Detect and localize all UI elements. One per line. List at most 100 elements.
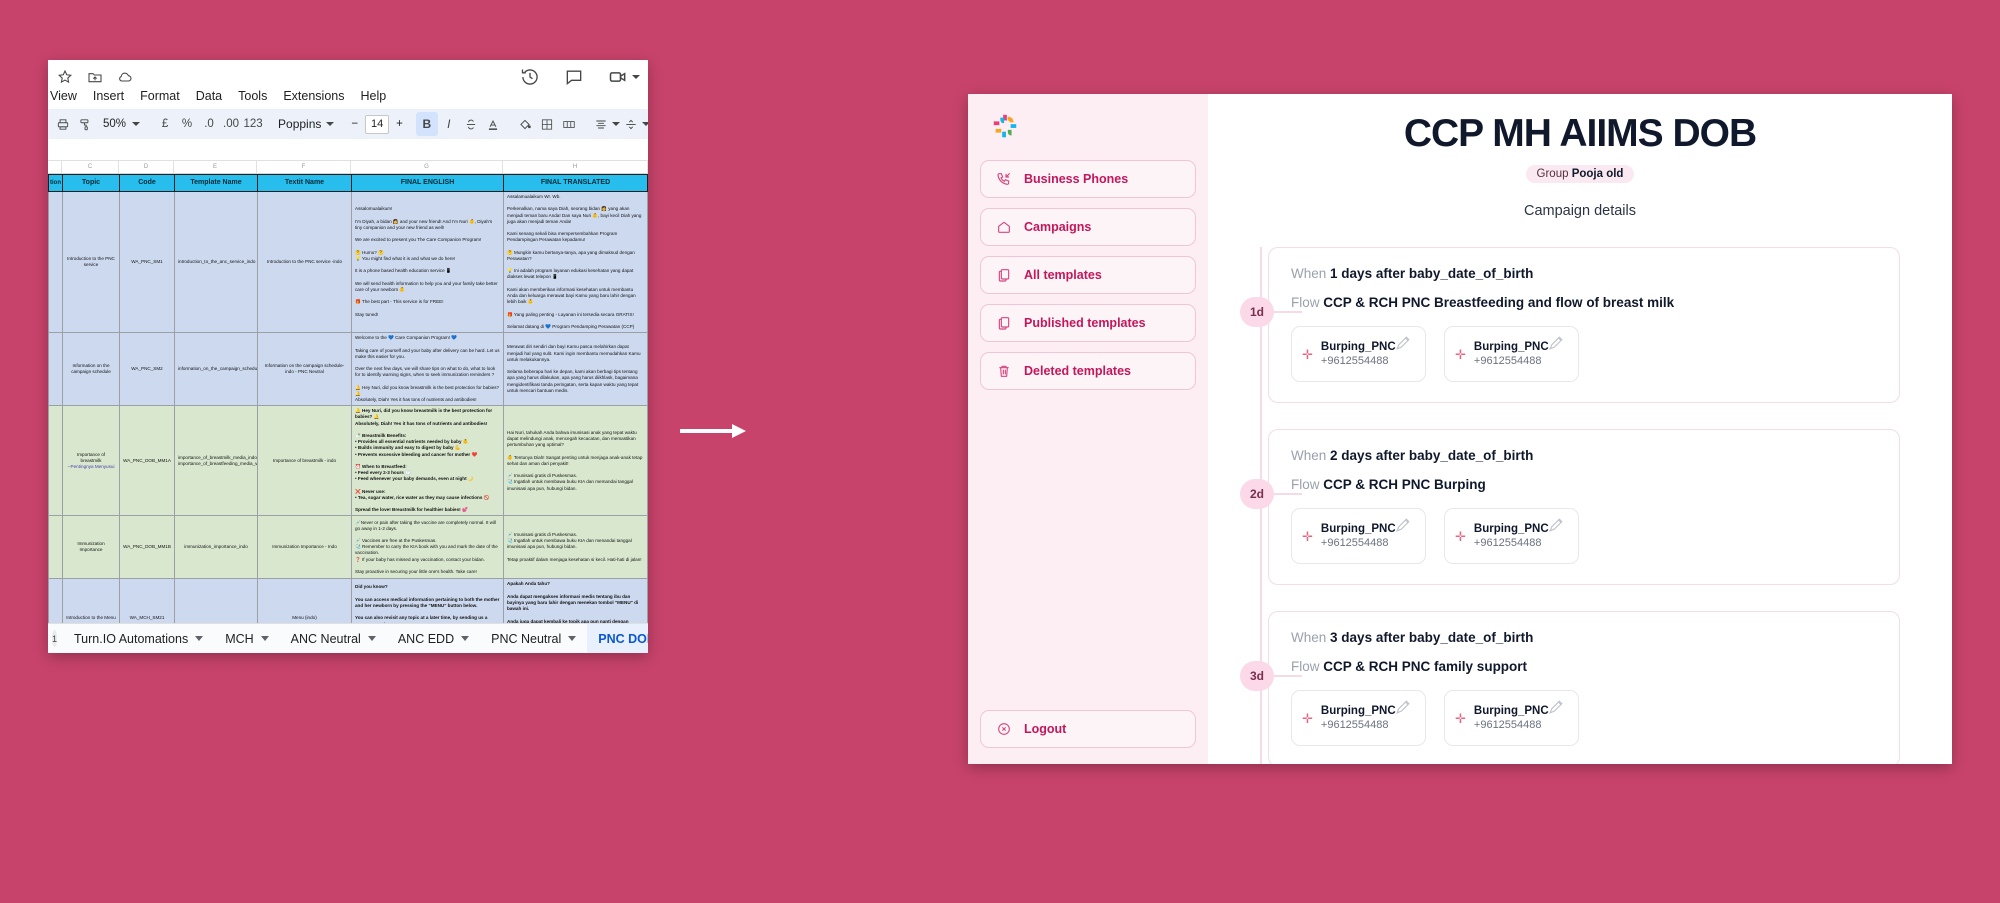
cell-final-english[interactable]: Assalomualaikum! I'm Diyah, a bidan 👩 an… bbox=[351, 190, 504, 334]
add-icon[interactable]: ✛ bbox=[1302, 348, 1313, 361]
sheet-tab-pnc-dob[interactable]: PNC DOB bbox=[587, 623, 648, 653]
column-header-cell[interactable]: G bbox=[351, 161, 503, 173]
merge-cells-icon[interactable] bbox=[558, 112, 580, 136]
cell-textit-name[interactable]: Menu (indo) bbox=[257, 578, 352, 623]
sheet-tab-turn-io-automations[interactable]: Turn.IO Automations bbox=[63, 624, 214, 654]
column-header-cell[interactable]: F bbox=[257, 161, 351, 173]
cell-template-name[interactable]: introduction_to_the_anc_service_indo bbox=[174, 190, 258, 334]
fill-color-icon[interactable] bbox=[514, 112, 536, 136]
chevron-down-icon[interactable] bbox=[611, 122, 620, 126]
phone-chip[interactable]: ✛ Burping_PNC +9612554488 bbox=[1444, 508, 1579, 564]
flow-card[interactable]: When 2 days after baby_date_of_birth Flo… bbox=[1268, 429, 1900, 585]
cell-code[interactable]: WA_PNC_DOB_MM1B bbox=[119, 515, 175, 580]
cell-code[interactable]: WA_PNC_SM1 bbox=[119, 190, 175, 334]
font-size-decrease-button[interactable]: − bbox=[348, 118, 361, 130]
cell-textit-name[interactable]: Importance of breastmilk - indo bbox=[257, 405, 352, 517]
flow-card[interactable]: When 3 days after baby_date_of_birth Flo… bbox=[1268, 611, 1900, 764]
sheet-tab-mch[interactable]: MCH bbox=[214, 624, 279, 654]
column-header-cell[interactable]: D bbox=[119, 161, 174, 173]
column-header-cell[interactable]: E bbox=[174, 161, 257, 173]
edit-pencil-icon[interactable] bbox=[1546, 697, 1566, 717]
sidebar-item-all-templates[interactable]: All templates bbox=[980, 256, 1196, 294]
sheet-tab-anc-neutral[interactable]: ANC Neutral bbox=[280, 624, 387, 654]
edit-pencil-icon[interactable] bbox=[1393, 515, 1413, 535]
formula-bar[interactable] bbox=[48, 139, 648, 161]
more-formats-button[interactable]: 123 bbox=[242, 112, 264, 136]
menu-help[interactable]: Help bbox=[360, 89, 386, 103]
sidebar-item-campaigns[interactable]: Campaigns bbox=[980, 208, 1196, 246]
chevron-down-icon[interactable] bbox=[632, 75, 640, 79]
star-icon[interactable] bbox=[56, 68, 74, 86]
col-header-topic[interactable]: Topic bbox=[62, 174, 120, 192]
font-size-stepper[interactable]: − 14 + bbox=[348, 114, 405, 134]
add-icon[interactable]: ✛ bbox=[1455, 348, 1466, 361]
cell-final-translated[interactable]: Apakah Anda tahu? Anda dapat mengakses i… bbox=[503, 578, 648, 623]
chevron-down-icon[interactable] bbox=[326, 122, 335, 126]
cell-final-english[interactable]: 🔔 Hey Nuri, did you know breastmilk is t… bbox=[351, 405, 504, 517]
cell-final-translated[interactable]: Assalamualaikum Wr. Wb. Perkenalkan, nam… bbox=[503, 190, 648, 334]
logout-button[interactable]: Logout bbox=[980, 710, 1196, 748]
edit-pencil-icon[interactable] bbox=[1393, 333, 1413, 353]
chevron-down-icon[interactable] bbox=[568, 636, 577, 641]
vertical-align-icon[interactable] bbox=[620, 112, 642, 136]
row-marker-cell[interactable] bbox=[48, 405, 63, 517]
cell-final-translated[interactable]: Hai Nuri, tahukah Anda bahwa imunisasi a… bbox=[503, 405, 648, 517]
add-icon[interactable]: ✛ bbox=[1455, 712, 1466, 725]
sidebar-item-business-phones[interactable]: Business Phones bbox=[980, 160, 1196, 198]
table-row[interactable]: Information on the campaign schedule WA_… bbox=[48, 332, 648, 407]
table-row[interactable]: Introduction to the Menu WA_MCH_SM21 Men… bbox=[48, 578, 648, 623]
flow-card[interactable]: When 1 days after baby_date_of_birth Flo… bbox=[1268, 247, 1900, 403]
sheet-tab-pnc-neutral[interactable]: PNC Neutral bbox=[480, 624, 587, 654]
chevron-down-icon[interactable] bbox=[260, 636, 269, 641]
horizontal-align-icon[interactable] bbox=[590, 112, 612, 136]
cell-final-translated[interactable]: Merawat diri sendiri dan bayi Kamu pasca… bbox=[503, 332, 648, 407]
cell-topic[interactable]: Importance of breastmilk --Pentingnya Me… bbox=[62, 405, 120, 517]
table-row[interactable]: Importance of breastmilk --Pentingnya Me… bbox=[48, 405, 648, 517]
percent-format-button[interactable]: % bbox=[176, 112, 198, 136]
row-marker-cell[interactable] bbox=[48, 578, 63, 623]
menu-format[interactable]: Format bbox=[140, 89, 180, 103]
increase-decimal-button[interactable]: .00 bbox=[220, 112, 242, 136]
row-marker-cell[interactable] bbox=[48, 190, 63, 334]
currency-format-button[interactable]: £ bbox=[154, 112, 176, 136]
cell-topic[interactable]: Introduction to the Menu bbox=[62, 578, 120, 623]
meet-camera-icon[interactable] bbox=[607, 66, 629, 88]
chevron-down-icon[interactable] bbox=[132, 122, 141, 126]
col-header-template-name[interactable]: Template Name bbox=[174, 174, 258, 192]
turn-io-logo-icon[interactable] bbox=[990, 112, 1020, 142]
spreadsheet-grid[interactable]: C D E F G H tion Topic Code Template Nam… bbox=[48, 161, 648, 623]
sheet-tab-anc-edd[interactable]: ANC EDD bbox=[387, 624, 480, 654]
paint-format-icon[interactable] bbox=[74, 112, 96, 136]
col-header-final-english[interactable]: FINAL ENGLISH bbox=[351, 174, 504, 192]
edit-pencil-icon[interactable] bbox=[1546, 333, 1566, 353]
table-row[interactable]: Immunization Importance WA_PNC_DOB_MM1B … bbox=[48, 515, 648, 580]
comment-icon[interactable] bbox=[563, 66, 585, 88]
decrease-decimal-button[interactable]: .0 bbox=[198, 112, 220, 136]
chevron-down-icon[interactable] bbox=[367, 636, 376, 641]
cell-final-english[interactable]: Did you know? You can access medical inf… bbox=[351, 578, 504, 623]
font-family-selector[interactable]: Poppins bbox=[274, 117, 338, 131]
column-header-cell[interactable]: C bbox=[62, 161, 119, 173]
cell-final-english[interactable]: 💉Never or pain after taking the vaccine … bbox=[351, 515, 504, 580]
col-header-final-translated[interactable]: FINAL TRANSLATED bbox=[503, 174, 648, 192]
print-icon[interactable] bbox=[52, 112, 74, 136]
text-color-button[interactable] bbox=[482, 112, 504, 136]
table-row[interactable]: Introduction to the PNC service WA_PNC_S… bbox=[48, 190, 648, 334]
zoom-control[interactable]: 50% bbox=[96, 118, 144, 130]
strikethrough-button[interactable] bbox=[460, 112, 482, 136]
cell-code[interactable]: WA_PNC_DOB_MM1A bbox=[119, 405, 175, 517]
edit-pencil-icon[interactable] bbox=[1393, 697, 1413, 717]
cell-topic[interactable]: Introduction to the PNC service bbox=[62, 190, 120, 334]
cell-topic[interactable]: Immunization Importance bbox=[62, 515, 120, 580]
font-size-value[interactable]: 14 bbox=[365, 114, 390, 134]
phone-chip[interactable]: ✛ Burping_PNC +9612554488 bbox=[1291, 690, 1426, 746]
col-header-code[interactable]: Code bbox=[119, 174, 175, 192]
col-header-tion[interactable]: tion bbox=[48, 174, 63, 192]
sheet-count-badge[interactable]: 1 bbox=[52, 630, 58, 647]
add-icon[interactable]: ✛ bbox=[1455, 530, 1466, 543]
col-header-textit-name[interactable]: Textit Name bbox=[257, 174, 352, 192]
menu-insert[interactable]: Insert bbox=[93, 89, 124, 103]
row-marker-cell[interactable] bbox=[48, 332, 63, 407]
phone-chip[interactable]: ✛ Burping_PNC +9612554488 bbox=[1291, 508, 1426, 564]
cell-template-name[interactable] bbox=[174, 578, 258, 623]
